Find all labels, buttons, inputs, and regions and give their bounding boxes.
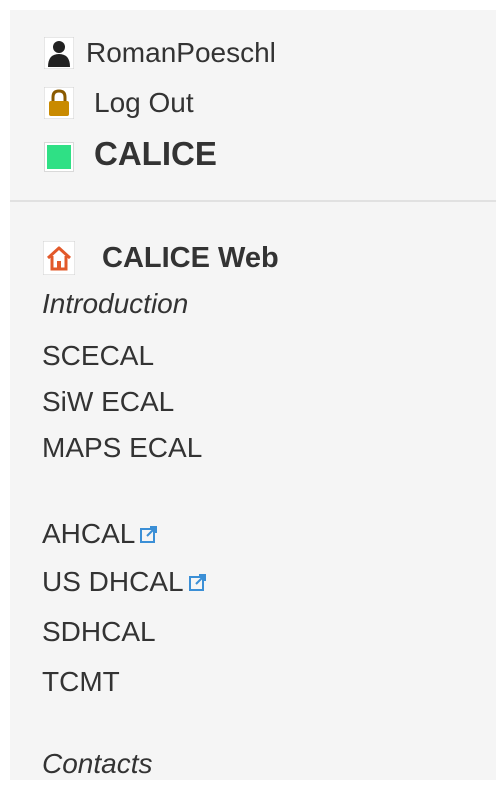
home-link[interactable]: CALICE Web <box>42 238 279 278</box>
menu-item-scecal[interactable]: SCECAL <box>42 340 154 372</box>
menu-item-label: US DHCAL <box>42 566 184 597</box>
menu-item-label: SiW ECAL <box>42 386 175 417</box>
menu-item-tcmt[interactable]: TCMT <box>42 666 120 698</box>
menu-item-sdhcal[interactable]: SDHCAL <box>42 616 156 648</box>
external-link-icon <box>188 572 208 592</box>
menu-item-contacts[interactable]: Contacts <box>42 748 153 780</box>
user-icon <box>42 36 76 70</box>
home-label: CALICE Web <box>102 241 279 274</box>
lock-icon <box>42 86 76 120</box>
menu-item-label: SCECAL <box>42 340 155 371</box>
menu-item-introduction[interactable]: Introduction <box>42 288 188 320</box>
logout-label: Log Out <box>94 87 194 118</box>
menu-item-label: Contacts <box>42 748 153 779</box>
calice-link[interactable]: CALICE <box>42 135 217 172</box>
web-label: CALICE <box>94 135 217 172</box>
web-color-swatch <box>42 137 76 171</box>
menu-item-ahcal[interactable]: AHCAL <box>42 518 159 550</box>
menu-item-us-dhcal[interactable]: US DHCAL <box>42 566 208 598</box>
menu-item-label: TCMT <box>42 666 120 697</box>
menu-item-label: MAPS ECAL <box>42 432 203 463</box>
home-icon <box>42 241 76 275</box>
menu-item-siw-ecal[interactable]: SiW ECAL <box>42 386 174 418</box>
logout-link[interactable]: Log Out <box>42 86 194 120</box>
divider <box>10 200 496 202</box>
user-block: RomanPoeschl Log Out CALICE <box>10 10 496 200</box>
username: RomanPoeschl <box>86 37 276 68</box>
menu-item-label: SDHCAL <box>42 616 156 647</box>
external-link-icon <box>139 524 159 544</box>
sidebar: RomanPoeschl Log Out CALICE CALICE Web I… <box>10 10 496 780</box>
menu-item-label: AHCAL <box>42 518 136 549</box>
user-link[interactable]: RomanPoeschl <box>42 36 276 70</box>
menu-item-maps-ecal[interactable]: MAPS ECAL <box>42 432 202 464</box>
menu-item-label: Introduction <box>42 288 189 319</box>
